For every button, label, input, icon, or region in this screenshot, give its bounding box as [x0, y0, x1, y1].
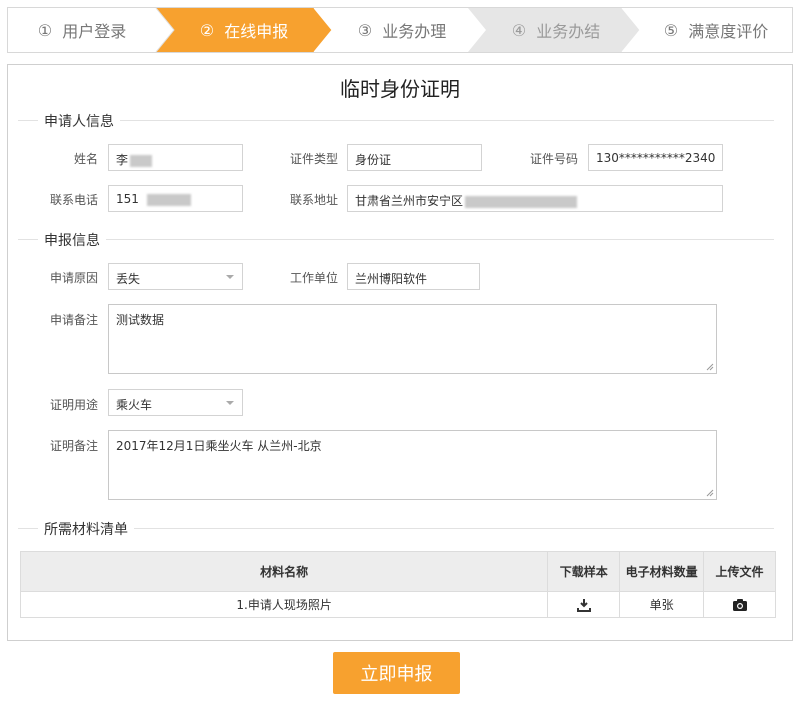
purpose-select[interactable]: 乘火车 — [108, 389, 243, 416]
section-materials: 所需材料清单 — [18, 519, 774, 539]
step-number: ⑤ — [663, 20, 679, 40]
progress-steps: ① 用户登录 ② 在线申报 ③ 业务办理 ④ 业务办结 ⑤ 满意度评价 — [7, 7, 793, 53]
step-satisfaction[interactable]: ⑤ 满意度评价 — [640, 8, 792, 52]
proof-remark-label: 证明备注 — [49, 439, 98, 453]
resize-grip-icon[interactable] — [706, 363, 714, 371]
remark-label: 申请备注 — [49, 313, 98, 327]
submit-button[interactable]: 立即申报 — [333, 652, 460, 694]
step-number: ④ — [511, 20, 527, 40]
step-number: ② — [199, 20, 215, 40]
column-header: 电子材料数量 — [619, 551, 705, 592]
chevron-down-icon — [226, 401, 234, 405]
redacted-mask — [465, 195, 578, 208]
column-header: 下载样本 — [547, 551, 621, 592]
step-user-login[interactable]: ① 用户登录 — [8, 8, 156, 52]
step-online-declare[interactable]: ② 在线申报 — [174, 8, 314, 52]
phone-field[interactable]: 151 — [108, 185, 243, 212]
form-title: 临时身份证明 — [340, 77, 460, 101]
purpose-label: 证明用途 — [49, 398, 98, 412]
table-row: 1.申请人现场照片 单张 — [19, 591, 776, 618]
remark-textarea[interactable]: 测试数据 — [108, 304, 717, 374]
column-header: 上传文件 — [703, 551, 776, 592]
step-label: 在线申报 — [224, 22, 289, 41]
name-field[interactable]: 李 — [108, 144, 243, 171]
reason-label: 申请原因 — [49, 271, 98, 285]
step-label: 业务办结 — [536, 22, 601, 41]
camera-icon[interactable] — [732, 598, 748, 612]
address-field[interactable]: 甘肃省兰州市安宁区 — [347, 185, 723, 212]
column-header: 材料名称 — [19, 551, 549, 592]
resize-grip-icon[interactable] — [706, 489, 714, 497]
section-heading: 申请人信息 — [38, 111, 120, 131]
id-number-field[interactable]: 130***********2340 — [588, 144, 723, 171]
step-number: ③ — [357, 20, 373, 40]
section-applicant: 申请人信息 — [18, 111, 774, 131]
step-number: ① — [37, 20, 53, 40]
materials-table: 材料名称 下载样本 电子材料数量 上传文件 1.申请人现场照片 单张 — [19, 551, 776, 618]
proof-remark-textarea[interactable]: 2017年12月1日乘坐火车 从兰州-北京 — [108, 430, 717, 500]
id-number-label: 证件号码 — [529, 152, 578, 166]
phone-label: 联系电话 — [49, 193, 98, 207]
step-business-complete: ④ 业务办结 — [486, 8, 626, 52]
employer-label: 工作单位 — [289, 271, 338, 285]
address-label: 联系地址 — [289, 193, 338, 207]
step-label: 业务办理 — [382, 22, 447, 41]
material-quantity: 单张 — [619, 591, 705, 618]
section-heading: 所需材料清单 — [38, 519, 134, 539]
employer-field[interactable]: 兰州博阳软件 — [347, 263, 480, 290]
id-type-label: 证件类型 — [289, 152, 338, 166]
section-declare: 申报信息 — [18, 230, 774, 250]
id-type-field[interactable]: 身份证 — [347, 144, 482, 171]
upload-file-button[interactable] — [703, 591, 776, 618]
step-label: 用户登录 — [62, 22, 127, 41]
material-name: 1.申请人现场照片 — [19, 591, 549, 618]
form-panel: 临时身份证明 申请人信息 姓名 李 证件类型 身份证 证件号码 130*****… — [7, 64, 793, 641]
step-label: 满意度评价 — [688, 22, 769, 41]
name-label: 姓名 — [73, 152, 98, 166]
download-icon[interactable] — [576, 598, 591, 612]
section-heading: 申报信息 — [38, 230, 106, 250]
chevron-down-icon — [226, 275, 234, 279]
step-business-handle[interactable]: ③ 业务办理 — [332, 8, 472, 52]
download-sample-button[interactable] — [547, 591, 621, 618]
reason-select[interactable]: 丢失 — [108, 263, 243, 290]
redacted-mask — [130, 154, 153, 167]
redacted-mask — [146, 193, 191, 206]
table-header-row: 材料名称 下载样本 电子材料数量 上传文件 — [19, 551, 776, 592]
